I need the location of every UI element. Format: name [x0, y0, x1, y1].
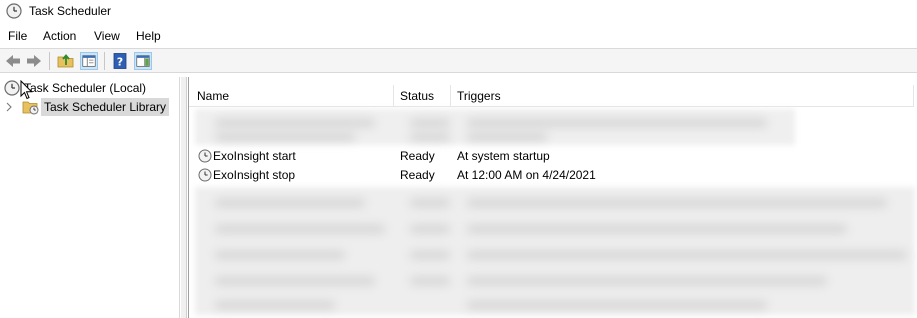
tree-item-label: Task Scheduler (Local): [24, 81, 147, 95]
clock-icon: [4, 80, 20, 96]
task-clock-icon: [198, 149, 212, 163]
tree-item-label: Task Scheduler Library: [41, 98, 170, 116]
menu-bar: File Action View Help: [0, 26, 917, 46]
column-header-name[interactable]: Name: [197, 89, 229, 103]
menu-view[interactable]: View: [94, 29, 120, 43]
toolbar-separator: [104, 52, 105, 70]
redacted-rows: [195, 109, 795, 145]
menu-file[interactable]: File: [8, 29, 27, 43]
redacted-rows: [195, 187, 915, 315]
pane-splitter[interactable]: [181, 77, 187, 318]
show-hide-tree-icon[interactable]: [80, 52, 98, 70]
task-trigger: At system startup: [457, 149, 550, 163]
column-header-triggers[interactable]: Triggers: [457, 89, 501, 103]
column-header-status[interactable]: Status: [400, 89, 434, 103]
task-status: Ready: [400, 149, 435, 163]
table-row[interactable]: ExoInsight stop Ready At 12:00 AM on 4/2…: [189, 166, 914, 185]
folder-clock-icon: [22, 101, 39, 115]
action-pane-icon[interactable]: [134, 52, 152, 70]
table-row[interactable]: ExoInsight start Ready At system startup: [189, 147, 914, 166]
column-divider[interactable]: [450, 85, 451, 107]
task-list-pane: Name Status Triggers ExoInsight start Re…: [188, 77, 917, 318]
window-title: Task Scheduler: [29, 4, 112, 18]
tree-item-task-scheduler-library[interactable]: Task Scheduler Library: [5, 98, 170, 116]
task-name: ExoInsight start: [213, 149, 296, 163]
clock-icon: [6, 3, 22, 19]
menu-help[interactable]: Help: [136, 29, 161, 43]
task-clock-icon: [198, 168, 212, 182]
up-folder-icon[interactable]: [57, 52, 75, 70]
task-trigger: At 12:00 AM on 4/24/2021: [457, 168, 596, 182]
menu-action[interactable]: Action: [43, 29, 76, 43]
toolbar-separator: [49, 52, 50, 70]
forward-arrow-icon[interactable]: [25, 52, 43, 70]
title-bar: Task Scheduler: [0, 0, 917, 24]
svg-text:?: ?: [117, 56, 123, 69]
help-icon[interactable]: ?: [111, 52, 129, 70]
task-name: ExoInsight stop: [213, 168, 296, 182]
task-status: Ready: [400, 168, 435, 182]
table-header: Name Status Triggers: [189, 85, 914, 107]
column-divider[interactable]: [913, 85, 914, 107]
column-divider[interactable]: [393, 85, 394, 107]
toolbar: ?: [0, 48, 917, 73]
chevron-right-icon[interactable]: [5, 102, 13, 112]
back-arrow-icon[interactable]: [4, 52, 22, 70]
navigation-tree: Task Scheduler (Local) Task Scheduler Li…: [0, 77, 180, 318]
mouse-cursor-icon: [20, 80, 33, 100]
